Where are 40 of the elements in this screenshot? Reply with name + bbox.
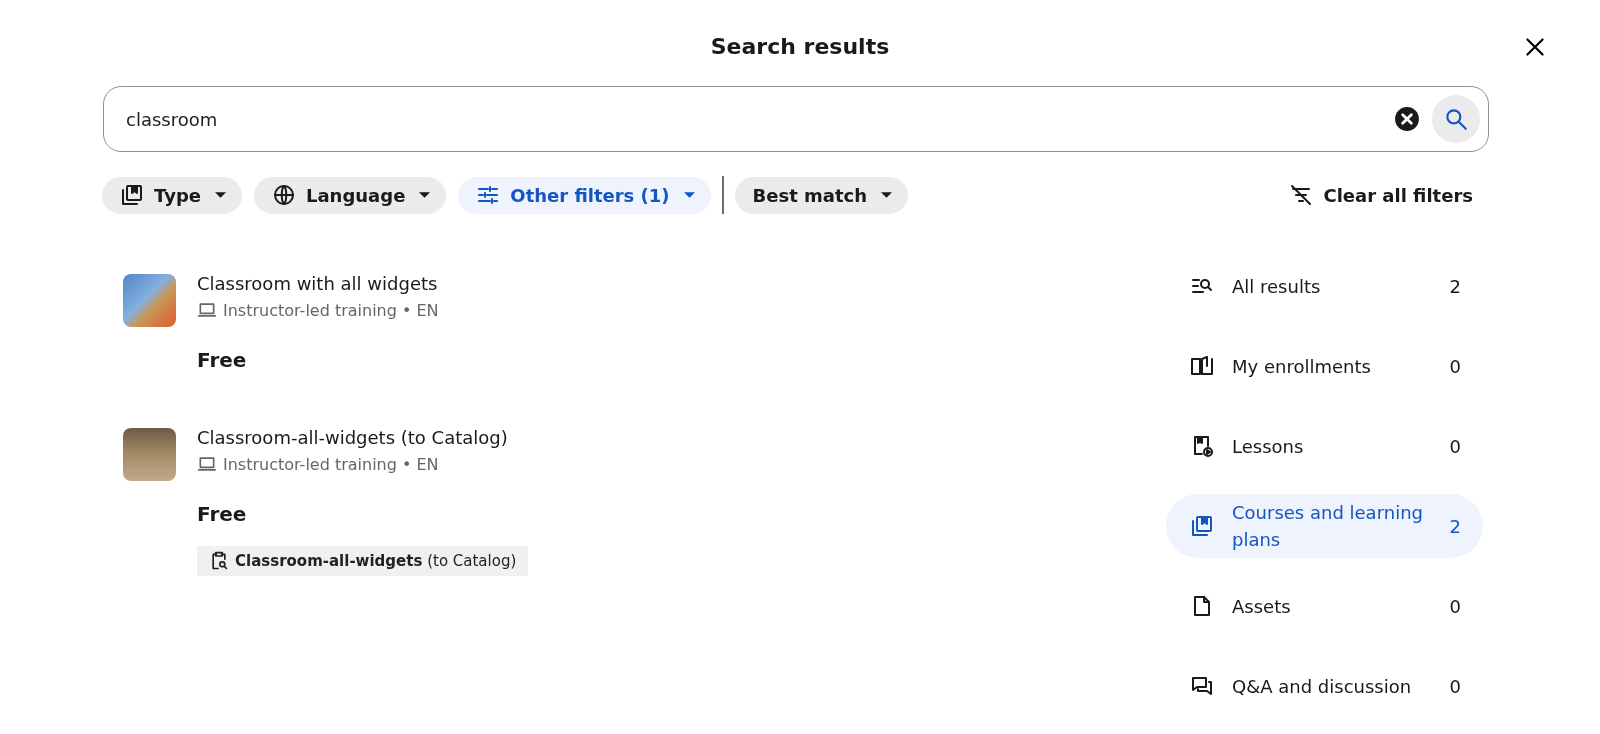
result-title[interactable]: Classroom with all widgets <box>197 272 439 296</box>
layered-square-icon <box>120 183 144 207</box>
filter-chip[interactable]: Other filters (1) <box>458 176 711 214</box>
caret-icon <box>214 192 226 198</box>
chat-bubbles-icon <box>1190 674 1214 698</box>
result-meta: Instructor-led training • EN <box>223 300 439 320</box>
caret-icon <box>683 192 695 198</box>
globe-icon <box>271 183 296 207</box>
search-field[interactable]: classroom <box>103 86 1489 152</box>
catalog-tag-text: Classroom-all-widgets (to Catalog) <box>235 552 517 570</box>
caret-icon <box>881 192 893 198</box>
page-title: Search results <box>710 33 890 61</box>
filter-off-icon <box>1289 183 1314 207</box>
search-button[interactable] <box>1432 95 1480 143</box>
category-item[interactable]: Q&A and discussion 0 <box>1166 654 1483 718</box>
caret-icon <box>419 192 431 198</box>
open-book-icon <box>1190 354 1214 378</box>
category-item[interactable]: Lessons 0 <box>1166 414 1483 478</box>
category-item[interactable]: Courses and learning plans 2 <box>1166 494 1483 558</box>
layered-square-icon <box>1190 514 1214 538</box>
photo-placeholder <box>123 428 176 481</box>
clear-filters-button[interactable]: Clear all filters <box>1289 183 1489 207</box>
result-meta: Instructor-led training • EN <box>223 454 439 474</box>
clipboard-search-icon <box>209 551 229 571</box>
category-item[interactable]: My enrollments 0 <box>1166 334 1483 398</box>
filter-chip[interactable]: Type <box>102 176 242 214</box>
result-price: Free <box>197 348 248 372</box>
clear-icon <box>1394 106 1420 132</box>
filter-chip[interactable]: Best match <box>734 176 909 214</box>
photo-placeholder <box>123 274 176 327</box>
category-item[interactable]: Assets 0 <box>1166 574 1483 638</box>
filter-chip[interactable]: Language <box>253 176 447 214</box>
result-title[interactable]: Classroom-all-widgets (to Catalog) <box>197 426 529 450</box>
search-icon <box>1443 106 1469 132</box>
sliders-icon <box>476 183 501 207</box>
laptop-icon <box>197 300 217 320</box>
result-price: Free <box>197 502 248 526</box>
clear-search-button[interactable] <box>1394 106 1420 132</box>
category-item[interactable]: All results 2 <box>1166 254 1483 318</box>
laptop-icon <box>197 454 217 474</box>
